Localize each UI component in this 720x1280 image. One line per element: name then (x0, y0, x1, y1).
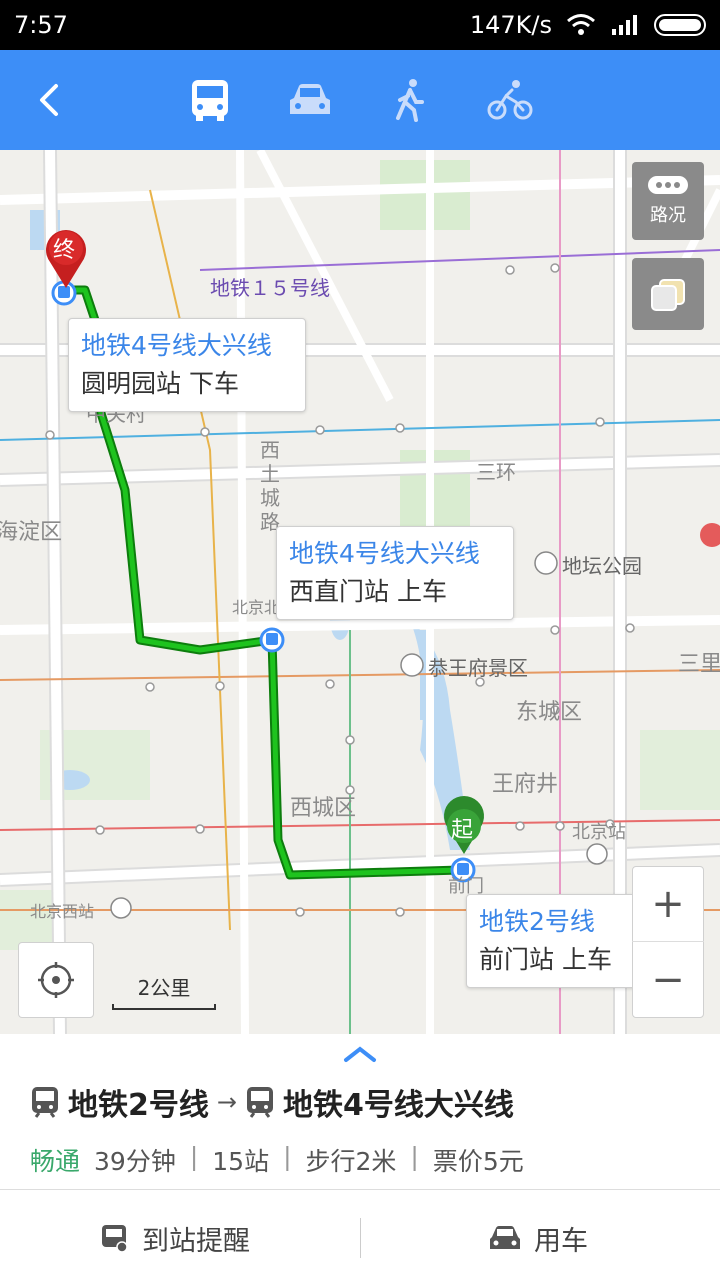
traffic-icon (648, 176, 688, 194)
route-fare: 票价5元 (432, 1147, 524, 1176)
route-map[interactable]: 地铁１５号线 中关村 西土城路 海淀区 三环 地坛公园 北京北 恭王府景区 东城… (0, 150, 720, 1034)
traffic-label: 路况 (650, 205, 686, 226)
callout-start-station[interactable]: 地铁2号线 前门站 上车 (466, 894, 642, 988)
subway-icon (246, 1087, 273, 1118)
route-line-2: 地铁4号线大兴线 (282, 1088, 514, 1123)
status-bar: 7:57 147K/s (0, 0, 720, 50)
layers-button[interactable] (632, 258, 704, 330)
route-stops: 15站 (212, 1147, 270, 1176)
subway-icon (32, 1087, 58, 1118)
zoom-out-button[interactable]: − (632, 942, 704, 1017)
route-arrow: → (216, 1088, 237, 1116)
map-label-haidian: 海淀区 (0, 520, 63, 545)
map-label-xitucheng: 西土城路 (260, 438, 280, 534)
route-summary-panel[interactable]: 地铁2号线 → 地铁4号线大兴线 畅通 39分钟 | 15站 | 步行2米 | … (0, 1034, 720, 1280)
chevron-up-icon[interactable] (342, 1044, 378, 1064)
callout-end-station[interactable]: 地铁4号线大兴线 圆明园站 下车 (68, 318, 306, 412)
layers-icon (651, 279, 685, 311)
info-separator: | (410, 1142, 419, 1171)
signal-icon (612, 15, 637, 35)
status-time: 7:57 (14, 11, 68, 39)
map-label-dongcheng: 东城区 (516, 700, 583, 725)
ride-hail-button[interactable]: 用车 (488, 1210, 588, 1266)
callout-end-station-name: 圆明园站 下车 (81, 369, 239, 398)
map-label-sanli: 三里 (678, 652, 720, 677)
bus-icon[interactable] (186, 76, 234, 124)
traffic-button[interactable]: 路况 (632, 162, 704, 240)
bike-icon[interactable] (486, 76, 534, 124)
map-label-xicheng: 西城区 (290, 796, 357, 821)
zoom-controls: + − (632, 866, 704, 1018)
network-speed: 147K/s (469, 11, 552, 39)
callout-start-line: 地铁2号线 (479, 907, 595, 936)
start-marker[interactable]: 起 (451, 812, 473, 844)
callout-transfer-line: 地铁4号线大兴线 (289, 539, 480, 568)
arrival-reminder-label: 到站提醒 (142, 1225, 250, 1257)
map-label-beijingxizhan: 北京西站 (30, 902, 95, 921)
map-label-beijingzhan: 北京站 (572, 822, 626, 843)
map-label-ditan: 地坛公园 (562, 554, 642, 578)
transport-mode-bar (0, 50, 720, 150)
map-scale: 2公里 (112, 972, 216, 1016)
map-label-gongwangfu: 恭王府景区 (428, 656, 528, 680)
back-arrow-icon[interactable] (30, 80, 70, 120)
ride-hail-label: 用车 (534, 1225, 588, 1257)
locate-icon (38, 962, 74, 998)
locate-button[interactable] (18, 942, 94, 1018)
map-label-sanhuan: 三环 (476, 460, 516, 484)
route-walk: 步行2米 (305, 1147, 397, 1176)
info-separator: | (189, 1142, 199, 1171)
route-duration: 39分钟 (94, 1147, 176, 1176)
status-right: 147K/s (470, 11, 706, 39)
line15-label: 地铁１５号线 (210, 276, 330, 300)
station-marker-yuanmingyuan (51, 280, 77, 306)
panel-divider (0, 1189, 720, 1190)
callout-transfer-station[interactable]: 地铁4号线大兴线 西直门站 上车 (276, 526, 514, 620)
route-title: 地铁2号线 → 地铁4号线大兴线 (30, 1080, 514, 1124)
bus-alert-icon (102, 1225, 128, 1253)
walk-icon[interactable] (386, 76, 434, 124)
battery-icon (654, 14, 706, 36)
callout-start-station-name: 前门站 上车 (479, 945, 612, 974)
traffic-status: 畅通 (30, 1147, 81, 1176)
callout-transfer-station-name: 西直门站 上车 (289, 577, 447, 606)
action-separator (360, 1218, 361, 1258)
route-line-1: 地铁2号线 (68, 1088, 209, 1123)
route-info: 畅通 39分钟 | 15站 | 步行2米 | 票价5元 (30, 1142, 524, 1178)
arrival-reminder-button[interactable]: 到站提醒 (100, 1210, 250, 1266)
end-marker[interactable]: 终 (53, 232, 75, 264)
wifi-icon (567, 14, 595, 35)
zoom-in-button[interactable]: + (632, 867, 704, 942)
car-icon[interactable] (286, 76, 334, 124)
map-label-wangfujing: 王府井 (492, 772, 559, 797)
callout-end-line: 地铁4号线大兴线 (81, 331, 272, 360)
map-label-beijingbei: 北京北 (232, 598, 281, 617)
scale-label: 2公里 (137, 976, 191, 1000)
info-separator: | (283, 1142, 292, 1171)
car-icon (490, 1226, 520, 1249)
